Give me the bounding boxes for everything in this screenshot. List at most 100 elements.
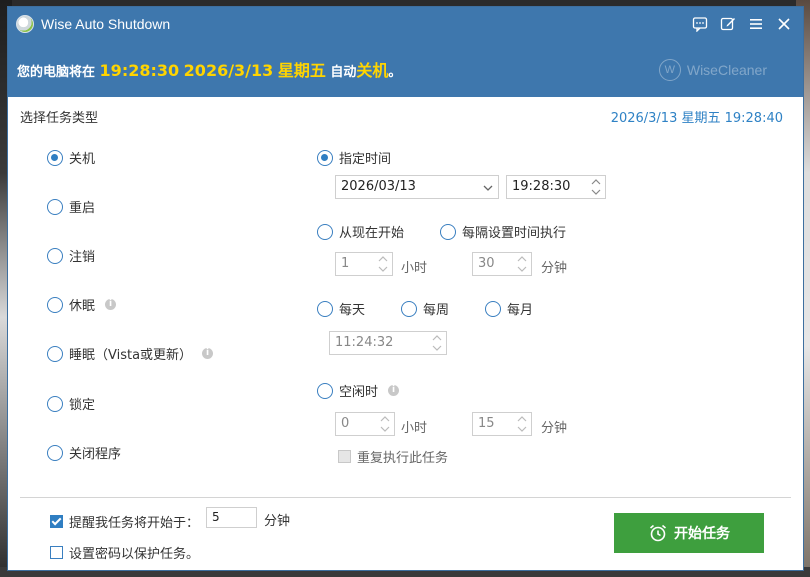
feedback-icon[interactable] (689, 14, 711, 34)
radio-indicator (317, 149, 333, 166)
radio-shutdown[interactable]: 关机 (47, 148, 95, 167)
radio-from-now[interactable]: 从现在开始 (317, 222, 404, 241)
spin-down-icon[interactable] (430, 344, 444, 353)
banner-middle: 自动 (330, 65, 357, 80)
spin-up-icon[interactable] (515, 254, 529, 263)
edit-icon[interactable] (717, 14, 739, 34)
minutes-unit-label: 分钟 (541, 261, 568, 276)
checkbox-box (338, 450, 351, 463)
spin-down-icon[interactable] (589, 188, 603, 197)
recurring-time-value: 11:24:32 (335, 335, 394, 350)
radio-indicator (47, 149, 63, 166)
radio-interval[interactable]: 每隔设置时间执行 (440, 222, 566, 241)
spin-up-icon[interactable] (589, 177, 603, 186)
radio-close-program[interactable]: 关闭程序 (47, 443, 121, 462)
spin-up-icon[interactable] (430, 333, 444, 342)
radio-indicator (317, 382, 333, 399)
banner-time: 19:28:30 (99, 61, 180, 80)
remind-unit-label: 分钟 (264, 514, 291, 529)
chevron-down-icon[interactable] (482, 182, 494, 194)
info-icon[interactable]: i (202, 348, 214, 359)
radio-indicator (47, 296, 63, 313)
radio-label: 每天 (339, 303, 366, 318)
remind-checkbox[interactable]: 提醒我任务将开始于： (50, 512, 199, 531)
spin-down-icon[interactable] (376, 265, 390, 274)
title-bar[interactable]: Wise Auto Shutdown (8, 7, 803, 41)
divider (20, 497, 791, 498)
minutes-value: 30 (478, 256, 495, 271)
radio-label: 关机 (69, 152, 96, 167)
hours-unit-label: 小时 (401, 261, 428, 276)
radio-label: 休眠 (69, 299, 96, 314)
title-bar-controls (689, 14, 795, 34)
radio-indicator (47, 345, 63, 362)
idle-minutes-value: 15 (478, 416, 495, 431)
checkbox-box (50, 515, 63, 528)
radio-lock[interactable]: 锁定 (47, 394, 95, 413)
banner-date: 2026/3/13 (183, 61, 274, 80)
spin-down-icon[interactable] (515, 425, 529, 434)
task-type-title: 选择任务类型 (20, 111, 99, 126)
idle-minutes-spinner[interactable]: 15 (472, 412, 532, 436)
spinner-buttons (430, 333, 444, 353)
shutdown-banner: 您的电脑将在 19:28:30 2026/3/13 星期五 自动关机。 (17, 57, 401, 81)
start-task-button[interactable]: 开始任务 (614, 513, 764, 553)
radio-label: 关闭程序 (69, 447, 122, 462)
radio-logoff[interactable]: 注销 (47, 246, 95, 265)
radio-hibernate[interactable]: 休眠 i (47, 295, 117, 314)
spin-down-icon[interactable] (515, 265, 529, 274)
current-datetime: 2026/3/13 星期五 19:28:40 (610, 111, 783, 126)
app-logo-icon (16, 15, 34, 33)
radio-label: 每周 (423, 303, 450, 318)
radio-weekly[interactable]: 每周 (401, 299, 449, 318)
wisecleaner-logo-text: WiseCleaner (686, 62, 767, 78)
close-icon[interactable] (773, 14, 795, 34)
radio-indicator (47, 395, 63, 412)
date-picker[interactable]: 2026/03/13 (335, 175, 499, 199)
radio-idle[interactable]: 空闲时 i (317, 381, 400, 400)
radio-monthly[interactable]: 每月 (485, 299, 533, 318)
radio-indicator (485, 300, 501, 317)
hours-value: 1 (341, 256, 350, 271)
checkbox-box (50, 546, 63, 559)
from-now-minutes-spinner[interactable]: 30 (472, 252, 532, 276)
spinner-buttons (376, 254, 390, 274)
radio-label: 重启 (69, 201, 96, 216)
idle-hours-spinner[interactable]: 0 (335, 412, 395, 436)
radio-indicator (317, 300, 333, 317)
time-spinner[interactable]: 19:28:30 (506, 175, 606, 199)
time-value: 19:28:30 (512, 179, 571, 194)
radio-indicator (440, 223, 456, 240)
remind-minutes-input[interactable]: 5 (206, 507, 257, 528)
spin-down-icon[interactable] (378, 425, 392, 434)
spin-up-icon[interactable] (515, 414, 529, 423)
info-icon[interactable]: i (388, 385, 400, 396)
idle-minutes-unit-label: 分钟 (541, 421, 568, 436)
spin-up-icon[interactable] (376, 254, 390, 263)
date-value: 2026/03/13 (341, 179, 416, 194)
radio-label: 睡眠（Vista或更新） (69, 348, 193, 363)
banner-action: 关机 (356, 61, 389, 80)
radio-specific-time[interactable]: 指定时间 (317, 148, 391, 167)
radio-indicator (47, 247, 63, 264)
idle-hours-value: 0 (341, 416, 350, 431)
info-icon[interactable]: i (105, 299, 117, 310)
idle-hours-unit-label: 小时 (401, 421, 428, 436)
radio-label: 指定时间 (339, 152, 392, 167)
recurring-time-spinner[interactable]: 11:24:32 (329, 331, 447, 355)
from-now-hours-spinner[interactable]: 1 (335, 252, 393, 276)
spinner-buttons (515, 414, 529, 434)
radio-indicator (47, 198, 63, 215)
radio-sleep[interactable]: 睡眠（Vista或更新） i (47, 344, 214, 363)
spin-up-icon[interactable] (378, 414, 392, 423)
password-checkbox[interactable]: 设置密码以保护任务。 (50, 543, 199, 562)
repeat-task-checkbox[interactable]: 重复执行此任务 (338, 447, 448, 466)
start-task-label: 开始任务 (674, 526, 730, 542)
header: Wise Auto Shutdown 您的电脑将在 19:28:30 2026/… (8, 7, 803, 97)
radio-label: 从现在开始 (339, 226, 405, 241)
spinner-buttons (515, 254, 529, 274)
radio-restart[interactable]: 重启 (47, 197, 95, 216)
radio-daily[interactable]: 每天 (317, 299, 365, 318)
radio-indicator (317, 223, 333, 240)
menu-icon[interactable] (745, 14, 767, 34)
